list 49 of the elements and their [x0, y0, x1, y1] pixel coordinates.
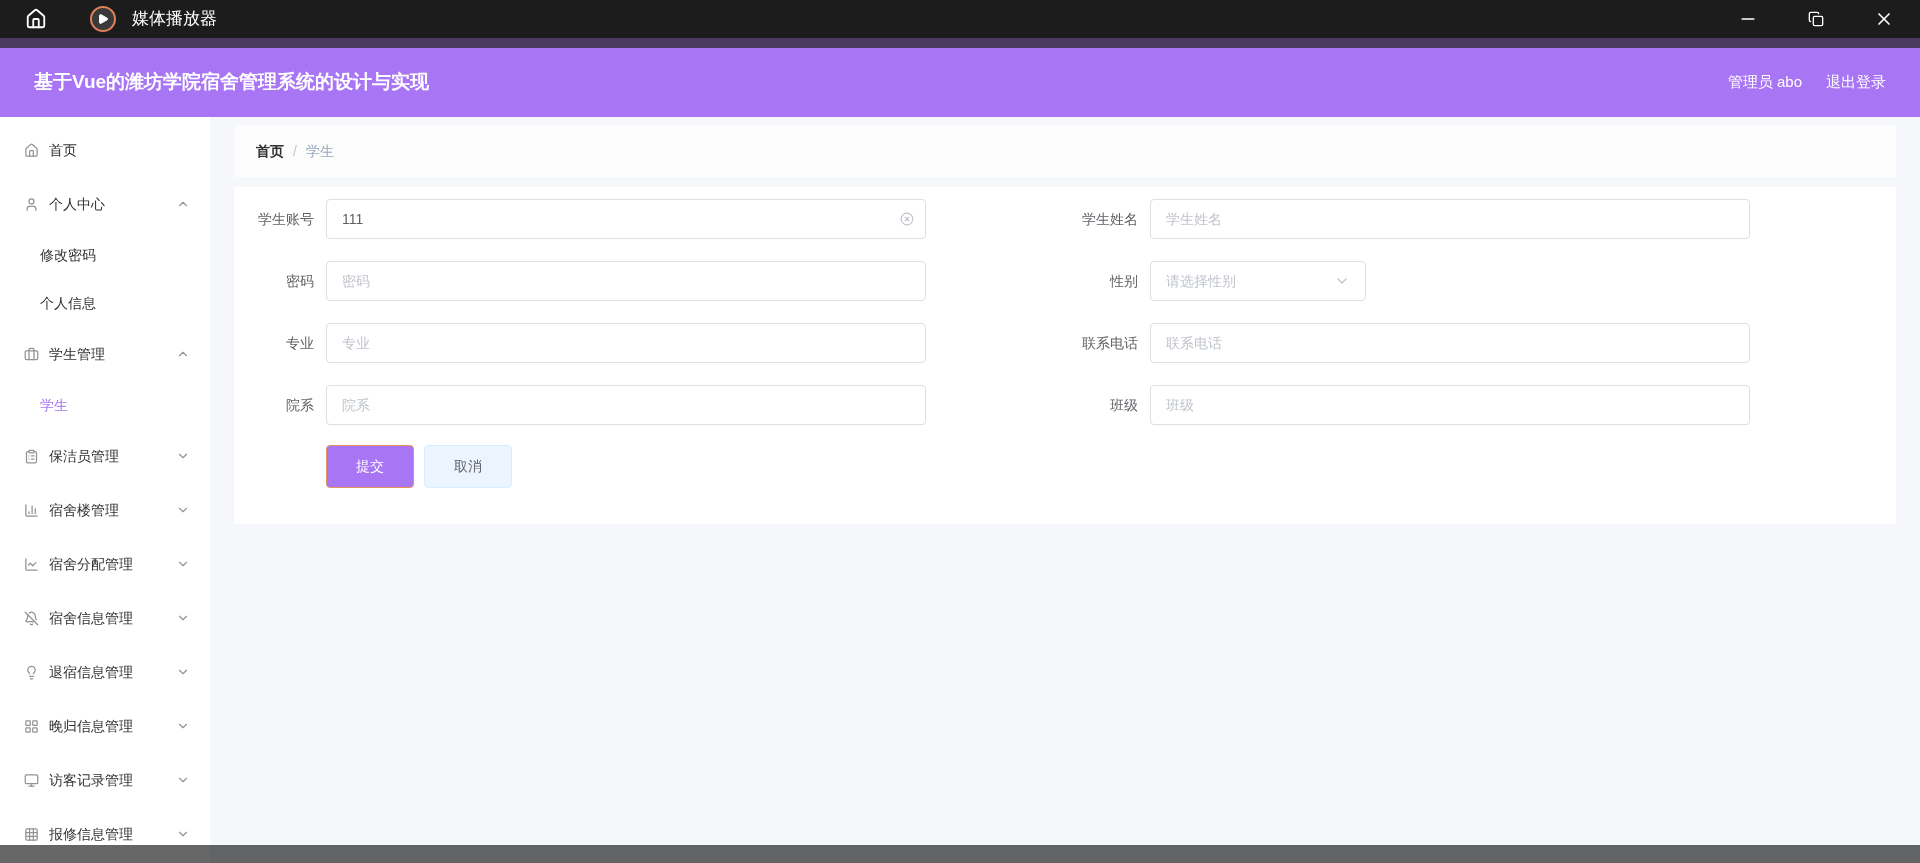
input-field[interactable]: 111	[326, 199, 926, 239]
line-chart-icon	[24, 556, 39, 572]
house-icon	[24, 142, 39, 158]
input-field[interactable]: 专业	[326, 323, 926, 363]
app-title: 基于Vue的潍坊学院宿舍管理系统的设计与实现	[34, 70, 430, 95]
bar-chart-icon	[24, 502, 39, 518]
field-label: 专业	[285, 333, 315, 353]
home-icon[interactable]	[25, 8, 47, 30]
sidebar-item[interactable]: 首页	[0, 123, 210, 177]
sidebar-item[interactable]: 访客记录管理	[0, 753, 210, 807]
grid-icon	[24, 718, 39, 734]
user-name: 管理员 abo	[1727, 72, 1802, 93]
play-icon	[90, 6, 116, 32]
field-label: 学生账号	[257, 209, 315, 229]
breadcrumb-item[interactable]: 首页	[256, 140, 284, 162]
sidebar-item[interactable]: 保洁员管理	[0, 429, 210, 483]
monitor-icon	[24, 772, 39, 788]
sidebar-subitem[interactable]: 个人信息	[0, 279, 210, 327]
sidebar-item[interactable]: 报修信息管理	[0, 807, 210, 861]
sidebar-item[interactable]: 宿舍分配管理	[0, 537, 210, 591]
restore-icon[interactable]	[1808, 11, 1824, 27]
window-title: 媒体播放器	[132, 8, 217, 31]
input-field[interactable]: 院系	[326, 385, 926, 425]
clipboard-icon	[24, 448, 39, 464]
breadcrumb-separator: /	[293, 141, 297, 161]
briefcase-icon	[24, 346, 39, 362]
input-field[interactable]: 学生姓名	[1150, 199, 1750, 239]
field-label: 院系	[285, 395, 315, 415]
bell-off-icon	[24, 610, 39, 626]
field-label: 密码	[285, 271, 315, 291]
cancel-button[interactable]: 取消	[424, 445, 512, 488]
bulb-icon	[24, 664, 39, 680]
sidebar-item[interactable]: 宿舍信息管理	[0, 591, 210, 645]
input-field[interactable]: 密码	[326, 261, 926, 301]
sidebar-item[interactable]: 个人中心	[0, 177, 210, 231]
input-field[interactable]: 联系电话	[1150, 323, 1750, 363]
input-field[interactable]: 班级	[1150, 385, 1750, 425]
field-label: 班级	[1109, 395, 1139, 415]
grid-icon	[24, 826, 39, 842]
field-label: 联系电话	[1081, 333, 1139, 353]
field-label: 性别	[1108, 271, 1139, 291]
sidebar-item[interactable]: 退宿信息管理	[0, 645, 210, 699]
sidebar-item[interactable]: 宿舍楼管理	[0, 483, 210, 537]
field-label: 学生姓名	[1081, 209, 1139, 229]
sidebar-subitem[interactable]: 修改密码	[0, 231, 210, 279]
user-icon	[24, 196, 39, 212]
sidebar-item[interactable]: 学生管理	[0, 327, 210, 381]
sidebar-item[interactable]: 晚归信息管理	[0, 699, 210, 753]
breadcrumb-item: 学生	[305, 141, 334, 161]
